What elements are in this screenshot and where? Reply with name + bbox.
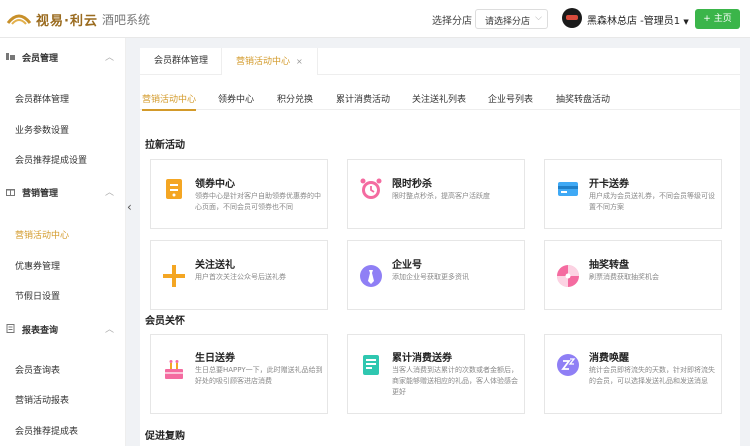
card-desc: 当客人消费到达累计的次数或者金额后，商家能够赠送相应的礼品，客人体验感会更好 xyxy=(392,366,518,396)
sidebar-section-reports[interactable]: 报表查询 ︿ xyxy=(0,318,126,340)
card-title: 消费唤醒 xyxy=(589,353,629,364)
card-coupon-center[interactable]: 领券中心 领券中心是针对客户自助领券优惠券的中心页面，不同会员可领券也不同 xyxy=(150,159,328,229)
tab-label: 会员群体管理 xyxy=(154,56,209,66)
card-follow-gift[interactable]: 关注送礼 用户首次关注公众号后送礼券 xyxy=(150,240,328,310)
card-title: 企业号 xyxy=(392,260,422,271)
cake-icon xyxy=(165,360,183,379)
subtab-lottery-wheel[interactable]: 抽奖转盘活动 xyxy=(556,92,610,105)
card-desc: 添加企业号获取更多资讯 xyxy=(392,273,469,281)
home-button[interactable]: + 主页 xyxy=(695,9,740,29)
card-icon xyxy=(558,182,578,196)
sub-tabs: 营销活动中心 领券中心 积分兑换 累计消费活动 关注送礼列表 企业号列表 抽奖转… xyxy=(140,88,740,111)
logo-icon xyxy=(6,14,32,25)
chevron-up-icon: ︿ xyxy=(105,325,115,335)
logo: 视易·利云 酒吧系统 xyxy=(6,9,150,29)
sidebar-section-label: 报表查询 xyxy=(22,326,59,336)
receipt-icon xyxy=(363,355,379,375)
tab-member-groups[interactable]: 会员群体管理 xyxy=(140,48,224,75)
card-desc: 生日总要HAPPY一下，此时赠送礼品给到好处的吸引顾客进店消费 xyxy=(195,366,323,385)
sidebar-item-coupon-management[interactable]: 优惠券管理 xyxy=(15,259,60,272)
sleep-icon xyxy=(557,354,579,376)
card-desc: 用户成为会员送礼券，不同会员等级可设置不同方案 xyxy=(589,192,715,211)
subtab-points-exchange[interactable]: 积分兑换 xyxy=(277,92,313,105)
subtab-enterprise-list[interactable]: 企业号列表 xyxy=(488,92,533,105)
card-birthday-coupon[interactable]: 生日送券 生日总要HAPPY一下，此时赠送礼品给到好处的吸引顾客进店消费 xyxy=(150,334,328,414)
card-desc: 刷票消费获取抽奖机会 xyxy=(589,273,659,281)
card-desc: 统计会员即将流失的天数，针对即将流失的会员，可以选择发送礼品和发送消息 xyxy=(589,366,715,385)
card-desc: 领券中心是针对客户自助领券优惠券的中心页面，不同会员可领券也不同 xyxy=(195,192,321,211)
sidebar-section-member[interactable]: 会员管理 ︿ xyxy=(0,46,126,68)
card-desc: 用户首次关注公众号后送礼券 xyxy=(195,273,286,281)
card-title: 关注送礼 xyxy=(195,260,235,271)
sidebar-item-marketing-report[interactable]: 营销活动报表 xyxy=(15,393,69,406)
card-open-card-coupon[interactable]: 开卡送券 用户成为会员送礼券，不同会员等级可设置不同方案 xyxy=(544,159,722,229)
avatar[interactable] xyxy=(562,8,582,28)
subtab-follow-gift-list[interactable]: 关注送礼列表 xyxy=(412,92,466,105)
card-title: 开卡送券 xyxy=(589,179,629,190)
chevron-up-icon: ︿ xyxy=(105,188,115,198)
sidebar: 会员管理 ︿ 会员群体管理 业务参数设置 会员推荐提成设置 营销管理 ︿ 营销活… xyxy=(0,38,126,446)
close-icon[interactable]: × xyxy=(296,57,303,66)
section-title-repurchase: 促进复购 xyxy=(145,431,185,442)
card-enterprise[interactable]: 企业号 添加企业号获取更多资讯 xyxy=(347,240,525,310)
coupon-icon xyxy=(166,179,182,199)
subtab-cumulative-consumption[interactable]: 累计消费活动 xyxy=(336,92,390,105)
subtab-marketing-center[interactable]: 营销活动中心 xyxy=(142,92,197,111)
user-name: 黑森林总店 -管理员1 xyxy=(587,16,681,27)
sidebar-item-holiday-settings[interactable]: 节假日设置 xyxy=(15,289,60,302)
wheel-icon xyxy=(557,265,579,287)
sidebar-item-referral-report[interactable]: 会员推荐提成表 xyxy=(15,424,78,437)
section-title-member-care: 会员关怀 xyxy=(145,316,185,327)
sidebar-collapse-icon[interactable]: ‹ xyxy=(127,200,132,214)
sidebar-section-marketing[interactable]: 营销管理 ︿ xyxy=(0,181,126,203)
card-lottery-wheel[interactable]: 抽奖转盘 刷票消费获取抽奖机会 xyxy=(544,240,722,310)
section-title-acquisition: 拉新活动 xyxy=(145,140,185,151)
sidebar-section-label: 会员管理 xyxy=(22,54,59,64)
sidebar-section-label: 营销管理 xyxy=(22,189,59,199)
card-title: 限时秒杀 xyxy=(392,179,432,190)
tie-icon xyxy=(360,265,382,287)
brand-name: 视易·利云 xyxy=(36,13,98,29)
branch-select[interactable]: 请选择分店 ⌵ xyxy=(475,9,548,29)
report-icon xyxy=(6,324,15,333)
main-panel: 会员群体管理 营销活动中心 × 营销活动中心 领券中心 积分兑换 累计消费活动 关… xyxy=(140,48,740,446)
user-menu[interactable]: 黑森林总店 -管理员1 ▼ xyxy=(587,12,689,27)
caret-down-icon: ▼ xyxy=(683,18,689,26)
sidebar-item-business-params[interactable]: 业务参数设置 xyxy=(15,123,69,136)
alarm-clock-icon xyxy=(360,178,382,199)
card-desc: 限时整点秒杀，提高客户活跃度 xyxy=(392,192,490,200)
subtab-coupon-center[interactable]: 领券中心 xyxy=(218,92,254,105)
chevron-up-icon: ︿ xyxy=(105,53,115,63)
tab-marketing-center[interactable]: 营销活动中心 × xyxy=(221,48,318,75)
branch-select-value: 请选择分店 xyxy=(485,17,531,27)
system-name: 酒吧系统 xyxy=(101,12,150,27)
card-title: 累计消费送券 xyxy=(392,353,452,364)
branch-label: 选择分店 xyxy=(432,16,472,27)
member-icon xyxy=(6,53,15,60)
gift-icon xyxy=(6,189,15,196)
tab-label: 营销活动中心 xyxy=(236,57,291,67)
sidebar-item-referral-commission[interactable]: 会员推荐提成设置 xyxy=(15,153,87,166)
card-flash-sale[interactable]: 限时秒杀 限时整点秒杀，提高客户活跃度 xyxy=(347,159,525,229)
card-title: 生日送券 xyxy=(195,353,235,364)
card-title: 抽奖转盘 xyxy=(589,260,629,271)
top-bar: 视易·利云 酒吧系统 选择分店 请选择分店 ⌵ 黑森林总店 -管理员1 ▼ + … xyxy=(0,0,750,38)
sidebar-item-marketing-center[interactable]: 营销活动中心 xyxy=(15,228,69,241)
sidebar-item-member-groups[interactable]: 会员群体管理 xyxy=(15,92,69,105)
card-title: 领券中心 xyxy=(195,179,235,190)
page-tabs: 会员群体管理 营销活动中心 × xyxy=(140,48,740,75)
card-consumption-wake[interactable]: 消费唤醒 统计会员即将流失的天数，针对即将流失的会员，可以选择发送礼品和发送消息 xyxy=(544,334,722,414)
sidebar-item-member-query[interactable]: 会员查询表 xyxy=(15,363,60,376)
plus-icon xyxy=(163,265,185,287)
card-cumulative-coupon[interactable]: 累计消费送券 当客人消费到达累计的次数或者金额后，商家能够赠送相应的礼品，客人体… xyxy=(347,334,525,414)
chevron-down-icon: ⌵ xyxy=(535,13,542,23)
